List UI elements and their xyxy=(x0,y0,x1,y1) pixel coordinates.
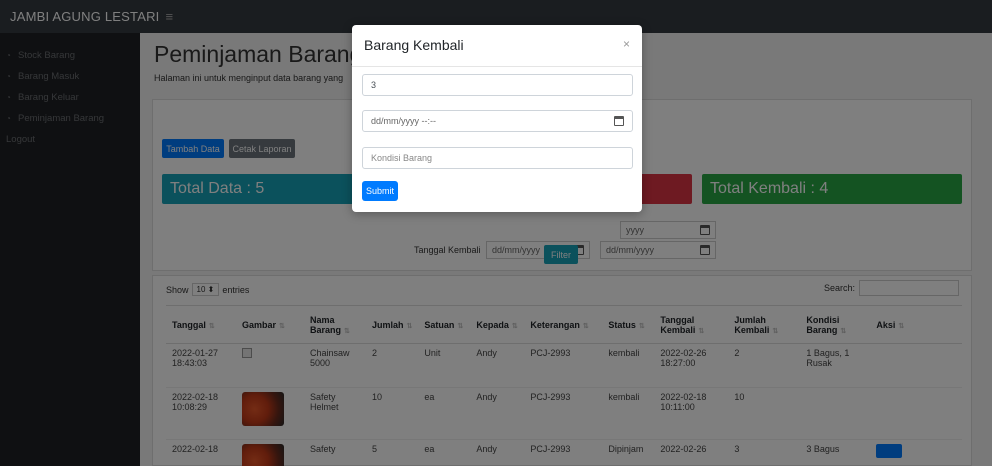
return-datetime-input[interactable]: dd/mm/yyyy --:-- xyxy=(362,110,633,132)
modal-header: Barang Kembali × xyxy=(352,25,642,67)
modal-title: Barang Kembali xyxy=(364,37,464,53)
submit-button[interactable]: Submit xyxy=(362,181,398,201)
datetime-placeholder: dd/mm/yyyy --:-- xyxy=(371,116,436,126)
quantity-input[interactable]: 3 xyxy=(362,74,633,96)
barang-kembali-modal: Barang Kembali × 3 dd/mm/yyyy --:-- Kond… xyxy=(352,25,642,212)
quantity-value: 3 xyxy=(371,80,377,90)
condition-placeholder: Kondisi Barang xyxy=(371,153,433,163)
condition-input[interactable]: Kondisi Barang xyxy=(362,147,633,169)
close-icon[interactable]: × xyxy=(623,37,630,51)
calendar-icon[interactable] xyxy=(614,116,624,126)
